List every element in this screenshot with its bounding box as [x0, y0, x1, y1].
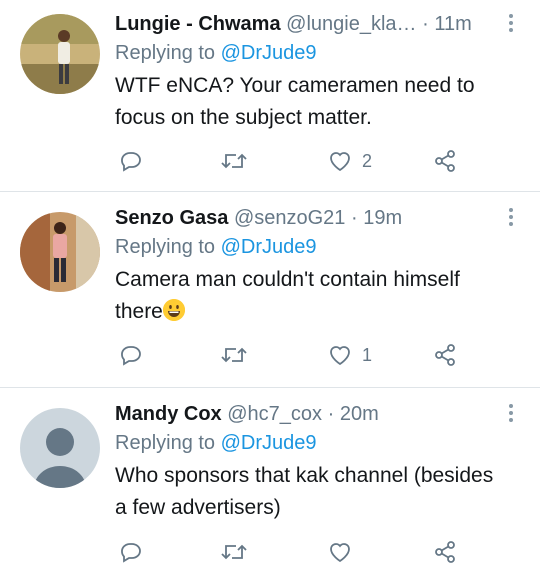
share-button[interactable] — [433, 537, 457, 567]
avatar[interactable] — [20, 212, 100, 292]
more-options-icon[interactable] — [508, 404, 514, 424]
timestamp[interactable]: 20m — [340, 403, 379, 425]
tweet-text: Who sponsors that kak channel (besides a… — [115, 464, 494, 519]
reply-icon — [121, 346, 141, 366]
replying-to-line: Replying to @DrJude9 — [115, 232, 504, 262]
reply-button[interactable] — [119, 340, 143, 370]
share-button[interactable] — [433, 146, 457, 176]
like-icon — [330, 543, 350, 563]
like-button[interactable] — [328, 537, 362, 567]
retweet-icon — [221, 544, 247, 560]
replying-to-label: Replying to — [115, 432, 221, 454]
like-icon — [330, 346, 350, 366]
replying-to-mention[interactable]: @DrJude9 — [221, 432, 317, 454]
tweet-header: Lungie - Chwama @lungie_kla… · 11m — [115, 10, 504, 38]
like-icon — [330, 152, 350, 172]
replying-to-line: Replying to @DrJude9 — [115, 38, 504, 68]
display-name[interactable]: Senzo Gasa — [115, 207, 228, 229]
like-button[interactable]: 2 — [328, 146, 372, 176]
tweet-text: Camera man couldn't contain himself ther… — [115, 264, 504, 328]
avatar[interactable] — [20, 14, 100, 94]
tweet-header: Senzo Gasa @senzoG21 · 19m — [115, 204, 504, 232]
tweet[interactable]: Senzo Gasa @senzoG21 · 19m Replying to @… — [0, 192, 540, 388]
more-options-icon[interactable] — [508, 14, 514, 34]
like-count: 1 — [362, 344, 373, 365]
replying-to-line: Replying to @DrJude9 — [115, 428, 504, 458]
more-options-icon[interactable] — [508, 208, 514, 228]
display-name[interactable]: Lungie - Chwama — [115, 13, 281, 35]
replying-to-label: Replying to — [115, 42, 221, 64]
tweet-header: Mandy Cox @hc7_cox · 20m — [115, 400, 504, 428]
grinning-face-emoji — [162, 299, 185, 321]
tweet[interactable]: Mandy Cox @hc7_cox · 20m Replying to @Dr… — [0, 388, 540, 578]
user-handle[interactable]: @lungie_kla… — [286, 13, 416, 35]
separator: · — [422, 13, 429, 35]
replying-to-mention[interactable]: @DrJude9 — [221, 42, 317, 64]
tweet-text: WTF eNCA? Your cameramen need to focus o… — [115, 74, 475, 129]
display-name[interactable]: Mandy Cox — [115, 403, 222, 425]
tweet[interactable]: Lungie - Chwama @lungie_kla… · 11m Reply… — [0, 0, 540, 192]
share-icon — [435, 150, 455, 172]
share-icon — [435, 344, 455, 366]
tweet-actions: 1 — [115, 340, 540, 370]
share-button[interactable] — [433, 340, 457, 370]
like-button[interactable]: 1 — [328, 340, 372, 370]
retweet-button[interactable] — [220, 537, 248, 567]
reply-icon — [121, 543, 141, 563]
reply-button[interactable] — [119, 537, 143, 567]
user-handle[interactable]: @hc7_cox — [227, 403, 322, 425]
retweet-button[interactable] — [220, 340, 248, 370]
tweet-actions: 2 — [115, 146, 540, 176]
replying-to-label: Replying to — [115, 236, 221, 258]
separator: · — [327, 403, 335, 425]
separator: · — [351, 207, 358, 229]
reply-button[interactable] — [119, 146, 143, 176]
replying-to-mention[interactable]: @DrJude9 — [221, 236, 317, 258]
retweet-icon — [221, 347, 247, 363]
retweet-button[interactable] — [220, 146, 248, 176]
share-icon — [435, 541, 455, 563]
retweet-icon — [221, 153, 247, 169]
timestamp[interactable]: 19m — [363, 207, 402, 229]
user-handle[interactable]: @senzoG21 — [234, 207, 345, 229]
avatar[interactable] — [20, 408, 100, 488]
reply-icon — [121, 152, 141, 172]
like-count: 2 — [362, 150, 373, 171]
timestamp[interactable]: 11m — [434, 13, 471, 35]
tweet-actions — [115, 537, 540, 567]
